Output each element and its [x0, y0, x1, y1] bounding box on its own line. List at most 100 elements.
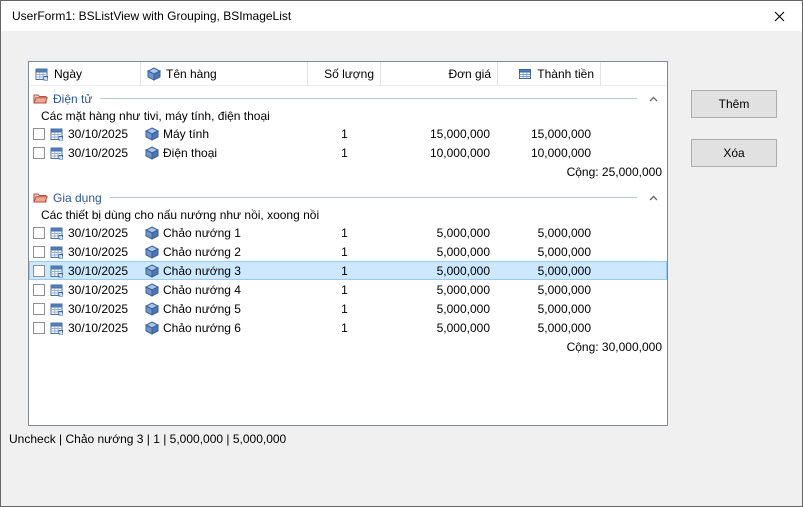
- cell-total: 5,000,000: [498, 318, 601, 337]
- row-checkbox[interactable]: [33, 227, 45, 239]
- cell-date: 30/10/2025: [29, 124, 141, 143]
- cell-total: 10,000,000: [498, 143, 601, 162]
- group-collapse-button[interactable]: [645, 195, 661, 201]
- date-value: 30/10/2025: [68, 226, 128, 240]
- close-button[interactable]: [756, 1, 802, 31]
- group-description: Các thiết bị dùng cho nấu nướng như nồi,…: [29, 207, 667, 223]
- folder-icon: [33, 191, 48, 204]
- grid-icon: [518, 67, 532, 81]
- calendar-icon: [50, 146, 64, 160]
- cell-qty-value: 1: [341, 264, 348, 278]
- item-name-value: Chảo nướng 6: [163, 321, 241, 335]
- cell-qty-value: 1: [341, 321, 348, 335]
- cell-date: 30/10/2025: [29, 318, 141, 337]
- cell-qty: 1: [308, 318, 381, 337]
- row-checkbox[interactable]: [33, 246, 45, 258]
- listview-header: Ngày Tên hàng Số lượng Đơn giá Thành tiền: [29, 62, 667, 86]
- column-header-label: Ngày: [54, 67, 82, 81]
- package-icon: [145, 264, 159, 278]
- cell-total-value: 5,000,000: [538, 283, 591, 297]
- cell-item-name: Chảo nướng 6: [141, 318, 308, 337]
- table-row[interactable]: 30/10/2025Máy tính115,000,00015,000,000: [29, 124, 667, 143]
- cell-filler: [601, 143, 667, 162]
- column-header-3[interactable]: Đơn giá: [381, 62, 498, 85]
- package-icon: [145, 245, 159, 259]
- row-checkbox[interactable]: [33, 147, 45, 159]
- column-header-2[interactable]: Số lượng: [308, 62, 381, 85]
- package-icon: [145, 283, 159, 297]
- package-icon: [145, 127, 159, 141]
- cell-qty: 1: [308, 242, 381, 261]
- cell-qty: 1: [308, 143, 381, 162]
- cell-price-value: 15,000,000: [430, 127, 490, 141]
- group-header: Gia dụng: [29, 188, 667, 207]
- cell-total-value: 5,000,000: [538, 264, 591, 278]
- cell-price-value: 5,000,000: [437, 245, 490, 259]
- title-bar: UserForm1: BSListView with Grouping, BSI…: [1, 1, 802, 31]
- cell-price-value: 5,000,000: [437, 226, 490, 240]
- row-checkbox[interactable]: [33, 303, 45, 315]
- cell-filler: [601, 280, 667, 299]
- cell-qty-value: 1: [341, 245, 348, 259]
- item-name-value: Chảo nướng 1: [163, 226, 241, 240]
- table-row[interactable]: 30/10/2025Chảo nướng 515,000,0005,000,00…: [29, 299, 667, 318]
- cell-qty: 1: [308, 280, 381, 299]
- column-header-label: Đơn giá: [448, 67, 491, 81]
- row-checkbox[interactable]: [33, 128, 45, 140]
- listview-body: Điện tửCác mặt hàng như tivi, máy tính, …: [29, 86, 667, 356]
- cell-date: 30/10/2025: [29, 242, 141, 261]
- cell-total-value: 5,000,000: [538, 321, 591, 335]
- item-name-value: Điện thoại: [163, 146, 217, 160]
- cell-item-name: Chảo nướng 5: [141, 299, 308, 318]
- cell-qty-value: 1: [341, 146, 348, 160]
- row-checkbox[interactable]: [33, 284, 45, 296]
- cell-total-value: 10,000,000: [531, 146, 591, 160]
- table-row[interactable]: 30/10/2025Chảo nướng 315,000,0005,000,00…: [29, 261, 667, 280]
- cell-total: 5,000,000: [498, 280, 601, 299]
- date-value: 30/10/2025: [68, 264, 128, 278]
- package-icon: [147, 67, 161, 81]
- group-total: Cộng: 25,000,000: [29, 162, 667, 181]
- listview[interactable]: Ngày Tên hàng Số lượng Đơn giá Thành tiền Đi…: [28, 61, 668, 426]
- cell-total-value: 5,000,000: [538, 226, 591, 240]
- cell-filler: [601, 124, 667, 143]
- dialog-body: Ngày Tên hàng Số lượng Đơn giá Thành tiền Đi…: [1, 31, 802, 506]
- cell-price: 15,000,000: [381, 124, 498, 143]
- column-header-4[interactable]: Thành tiền: [498, 62, 601, 85]
- chevron-up-icon: [649, 96, 658, 102]
- cell-item-name: Điện thoại: [141, 143, 308, 162]
- cell-filler: [601, 299, 667, 318]
- xoa-delete-button[interactable]: Xóa: [691, 139, 777, 167]
- calendar-icon: [50, 264, 64, 278]
- group-collapse-button[interactable]: [645, 96, 661, 102]
- table-row[interactable]: 30/10/2025Chảo nướng 215,000,0005,000,00…: [29, 242, 667, 261]
- table-row[interactable]: 30/10/2025Điện thoại110,000,00010,000,00…: [29, 143, 667, 162]
- table-row[interactable]: 30/10/2025Chảo nướng 115,000,0005,000,00…: [29, 223, 667, 242]
- date-value: 30/10/2025: [68, 127, 128, 141]
- group-divider: [110, 197, 637, 198]
- group-title: Gia dụng: [53, 191, 102, 205]
- item-name-value: Chảo nướng 5: [163, 302, 241, 316]
- row-checkbox[interactable]: [33, 322, 45, 334]
- cell-item-name: Chảo nướng 4: [141, 280, 308, 299]
- calendar-icon: [50, 321, 64, 335]
- cell-price: 5,000,000: [381, 280, 498, 299]
- cell-filler: [601, 261, 667, 280]
- cell-qty-value: 1: [341, 127, 348, 141]
- row-checkbox[interactable]: [33, 265, 45, 277]
- cell-price-value: 5,000,000: [437, 321, 490, 335]
- column-header-0[interactable]: Ngày: [29, 62, 141, 85]
- cell-date: 30/10/2025: [29, 143, 141, 162]
- column-header-1[interactable]: Tên hàng: [141, 62, 308, 85]
- group-description: Các mặt hàng như tivi, máy tính, điện th…: [29, 108, 667, 124]
- calendar-icon: [50, 245, 64, 259]
- table-row[interactable]: 30/10/2025 Chảo nướng 6 1 5,000,000 5,000,00…: [29, 318, 667, 337]
- cell-item-name: Chảo nướng 3: [141, 261, 308, 280]
- cell-price: 5,000,000: [381, 318, 498, 337]
- column-header-label: Tên hàng: [166, 67, 217, 81]
- column-header-filler: [601, 62, 667, 85]
- table-row[interactable]: 30/10/2025Chảo nướng 415,000,0005,000,00…: [29, 280, 667, 299]
- them-add-button[interactable]: Thêm: [691, 90, 777, 118]
- date-value: 30/10/2025: [68, 245, 128, 259]
- cell-filler: [601, 242, 667, 261]
